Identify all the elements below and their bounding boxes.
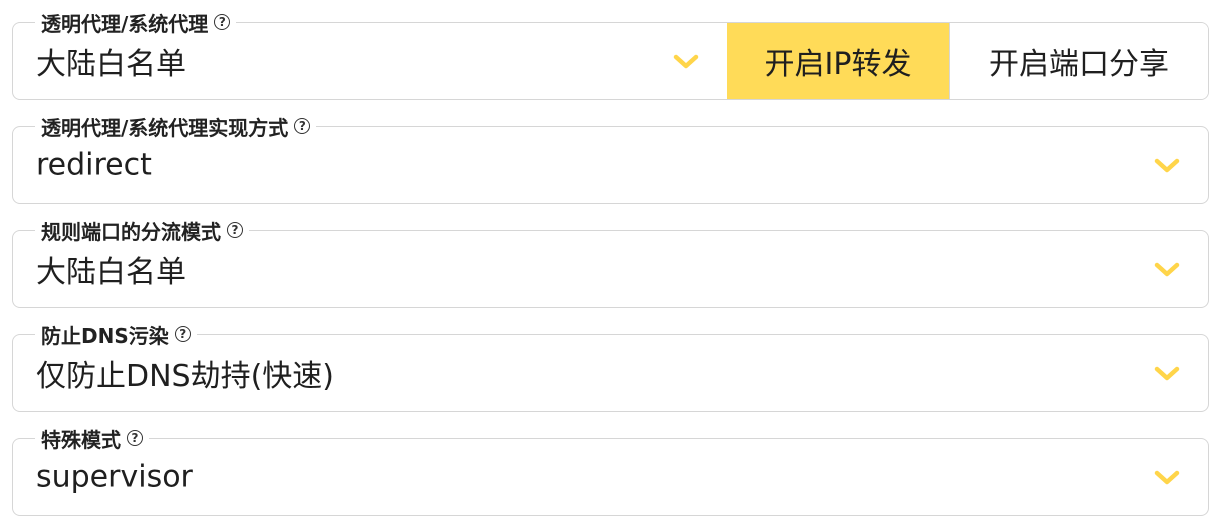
field-legend: 防止DNS污染 ?: [35, 320, 197, 348]
special-mode-select[interactable]: 特殊模式 ? supervisor: [12, 424, 1209, 516]
field-label: 防止DNS污染: [41, 323, 169, 348]
chevron-down-icon[interactable]: [1152, 155, 1182, 175]
selected-value: 大陆白名单: [36, 255, 186, 290]
chevron-down-icon[interactable]: [1152, 259, 1182, 279]
help-icon[interactable]: ?: [214, 14, 231, 30]
transparent-proxy-select[interactable]: 透明代理/系统代理 ? 大陆白名单 开启IP转发 开启端口分享: [12, 8, 1209, 100]
selected-value: supervisor: [36, 459, 193, 495]
field-legend: 规则端口的分流模式 ?: [35, 216, 249, 244]
field-label: 特殊模式: [41, 427, 121, 452]
selected-value: 大陆白名单: [36, 47, 186, 82]
field-legend: 透明代理/系统代理 ?: [35, 8, 237, 36]
chevron-down-icon[interactable]: [1152, 363, 1182, 383]
dns-protection-select[interactable]: 防止DNS污染 ? 仅防止DNS劫持(快速): [12, 320, 1209, 412]
help-icon[interactable]: ?: [127, 430, 143, 446]
field-legend: 透明代理/系统代理实现方式 ?: [35, 112, 317, 140]
rule-port-routing-select[interactable]: 规则端口的分流模式 ? 大陆白名单: [12, 216, 1209, 308]
proxy-implementation-select[interactable]: 透明代理/系统代理实现方式 ? redirect: [12, 112, 1209, 204]
chevron-down-icon[interactable]: [1152, 467, 1182, 487]
chevron-down-icon[interactable]: [671, 51, 701, 71]
help-icon[interactable]: ?: [294, 118, 311, 134]
selected-value: redirect: [36, 147, 152, 183]
field-legend: 特殊模式 ?: [35, 424, 149, 452]
field-label: 规则端口的分流模式: [41, 219, 221, 244]
help-icon[interactable]: ?: [227, 222, 243, 238]
help-icon[interactable]: ?: [174, 326, 191, 342]
port-sharing-button[interactable]: 开启端口分享: [949, 23, 1208, 99]
field-label: 透明代理/系统代理: [41, 11, 209, 36]
field-label: 透明代理/系统代理实现方式: [41, 115, 289, 140]
ip-forward-button[interactable]: 开启IP转发: [727, 23, 949, 99]
selected-value: 仅防止DNS劫持(快速): [36, 359, 334, 394]
